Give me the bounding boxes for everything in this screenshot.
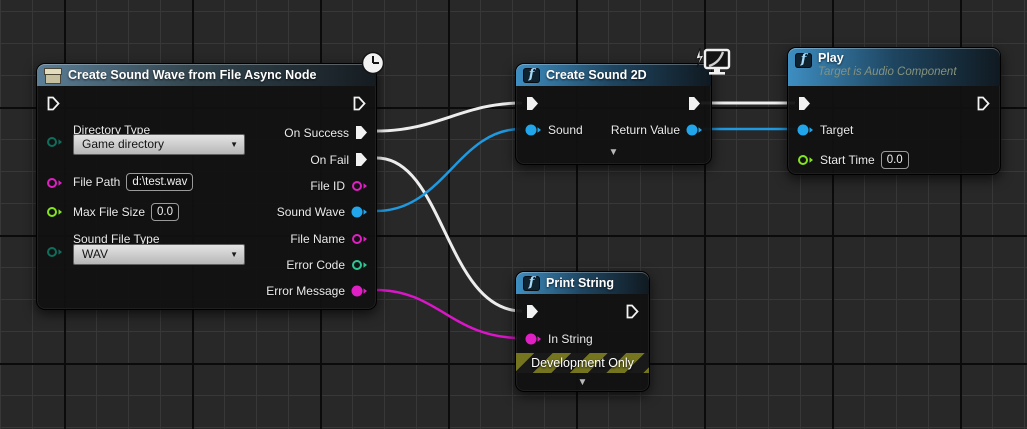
file-name-pin[interactable] [351, 233, 368, 245]
directory-type-dropdown[interactable]: Game directory ▼ [73, 134, 245, 155]
expand-advanced-arrow[interactable]: ▼ [609, 148, 619, 158]
exec-out-pin[interactable] [977, 96, 990, 111]
on-success-exec-pin[interactable] [355, 125, 368, 140]
sound-label: Sound [548, 123, 583, 137]
sound-file-type-dropdown[interactable]: WAV ▼ [73, 244, 245, 265]
on-success-label: On Success [284, 126, 349, 140]
node-create-sound-wave-async[interactable]: Create Sound Wave from File Async Node D… [36, 63, 377, 310]
function-icon: f [795, 53, 812, 68]
error-code-label: Error Code [286, 258, 345, 272]
node-title-bar[interactable]: f Print String [516, 272, 649, 294]
sound-input-pin[interactable] [525, 124, 542, 136]
error-code-pin[interactable] [351, 259, 368, 271]
wire-sound-wave[interactable] [376, 129, 521, 211]
exec-out-pin[interactable] [688, 96, 701, 111]
node-print-string[interactable]: f Print String In String Development Onl… [515, 271, 650, 392]
latent-clock-icon [361, 51, 385, 75]
start-time-input[interactable]: 0.0 [881, 151, 909, 169]
return-value-pin[interactable] [686, 124, 703, 136]
on-fail-exec-pin[interactable] [355, 152, 368, 167]
file-path-label: File Path [73, 175, 120, 189]
node-title: Play [818, 51, 957, 65]
wire-on-success-exec[interactable] [377, 103, 522, 131]
sound-file-type-value: WAV [82, 247, 108, 261]
in-string-pin[interactable] [525, 333, 542, 345]
exec-out-pin[interactable] [353, 96, 366, 111]
sound-file-type-pin[interactable] [46, 246, 63, 258]
start-time-label: Start Time [820, 153, 875, 167]
node-title-bar[interactable]: f Play Target is Audio Component [788, 48, 1000, 86]
wire-error-message[interactable] [376, 290, 521, 338]
target-label: Target [820, 123, 853, 137]
in-string-label: In String [548, 332, 593, 346]
exec-out-pin[interactable] [626, 304, 639, 319]
chevron-down-icon: ▼ [230, 245, 238, 265]
chevron-down-icon: ▼ [230, 135, 238, 155]
node-title: Create Sound Wave from File Async Node [68, 68, 316, 82]
target-pin[interactable] [797, 124, 814, 136]
sound-wave-pin[interactable] [351, 206, 368, 218]
on-fail-label: On Fail [310, 153, 349, 167]
error-message-label: Error Message [266, 284, 345, 298]
return-value-label: Return Value [611, 123, 680, 137]
file-path-pin[interactable] [46, 177, 63, 189]
file-path-input[interactable]: d:\test.wav [126, 173, 193, 191]
development-only-text: Development Only [531, 356, 634, 370]
node-create-sound-2d[interactable]: f Create Sound 2D Sound Return Value ▼ [515, 63, 712, 165]
node-title-bar[interactable]: Create Sound Wave from File Async Node [37, 64, 376, 86]
function-icon: f [523, 276, 540, 291]
exec-in-pin[interactable] [47, 96, 60, 111]
exec-in-pin[interactable] [526, 96, 539, 111]
wire-on-fail-exec[interactable] [377, 158, 522, 311]
node-title: Print String [546, 276, 614, 290]
exec-in-pin[interactable] [798, 96, 811, 111]
max-file-size-input[interactable]: 0.0 [151, 203, 179, 221]
node-play[interactable]: f Play Target is Audio Component Target … [787, 47, 1001, 175]
development-only-banner: Development Only [516, 353, 649, 373]
function-icon: f [523, 68, 540, 83]
node-subtitle: Target is Audio Component [818, 66, 957, 78]
exec-in-pin[interactable] [526, 304, 539, 319]
max-file-size-pin[interactable] [46, 206, 63, 218]
async-task-icon [44, 68, 62, 83]
error-message-pin[interactable] [351, 285, 368, 297]
node-title-bar[interactable]: f Create Sound 2D [516, 64, 711, 86]
file-id-pin[interactable] [351, 180, 368, 192]
start-time-pin[interactable] [797, 154, 814, 166]
directory-type-pin[interactable] [46, 136, 63, 148]
max-file-size-label: Max File Size [73, 205, 145, 219]
cursor-monitor-icon [692, 46, 732, 77]
sound-wave-label: Sound Wave [277, 205, 345, 219]
file-id-label: File ID [310, 179, 345, 193]
blueprint-graph-canvas[interactable]: Create Sound Wave from File Async Node D… [0, 0, 1027, 429]
node-title: Create Sound 2D [546, 68, 647, 82]
expand-advanced-arrow[interactable]: ▼ [578, 378, 588, 388]
directory-type-value: Game directory [82, 137, 164, 151]
file-name-label: File Name [290, 232, 345, 246]
